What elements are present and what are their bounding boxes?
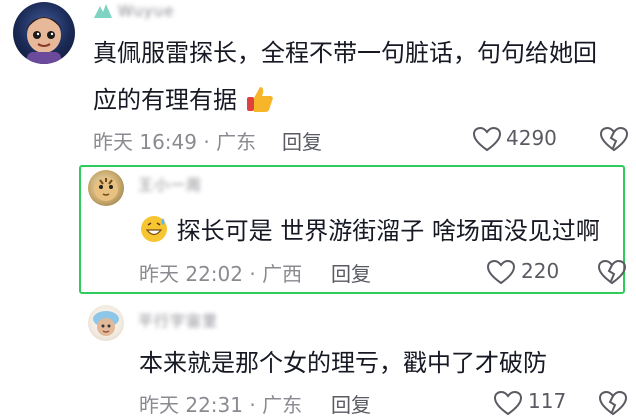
avatar-tiger-icon	[94, 177, 118, 201]
like-heart-icon[interactable]	[493, 390, 523, 416]
comment-text: 探长可是 世界游街溜子 啥场面没见过啊	[139, 211, 600, 251]
reply-button[interactable]: 回复	[331, 389, 371, 418]
like-count: 4290	[506, 126, 557, 150]
comment-username[interactable]: 平行宇宙里	[138, 310, 218, 331]
comment-username[interactable]: Wuyue	[118, 2, 174, 20]
comment-text: 本来就是那个女的理亏，戳中了才破防	[139, 349, 547, 377]
comment-meta: 昨天 16:49 · 广东	[93, 130, 257, 154]
username-badge-icon	[92, 2, 114, 20]
comment-text-body: 探长可是 世界游街溜子 啥场面没见过啊	[176, 217, 600, 245]
avatar-character-icon	[26, 17, 62, 64]
avatar[interactable]	[13, 2, 75, 64]
reply-button[interactable]: 回复	[282, 126, 322, 155]
thumbs-up-emoji-icon	[245, 84, 275, 114]
dislike-heart-icon[interactable]	[599, 126, 629, 152]
comment-meta: 昨天 22:31 · 广东	[139, 393, 303, 417]
comment-text: 真佩服雷探长，全程不带一句脏话，句句给她回	[93, 39, 597, 67]
grinning-sweat-emoji-icon	[139, 214, 169, 244]
avatar[interactable]	[88, 305, 124, 341]
dislike-heart-icon[interactable]	[597, 259, 627, 285]
avatar[interactable]	[88, 170, 124, 206]
avatar-animal-icon	[93, 311, 119, 336]
reply-button[interactable]: 回复	[331, 258, 371, 287]
like-count: 220	[521, 259, 560, 283]
comment-text: 应的有理有据	[93, 80, 275, 120]
dislike-heart-icon[interactable]	[598, 390, 628, 416]
comment-meta: 昨天 22:02 · 广西	[139, 262, 303, 286]
comment-text-line2: 应的有理有据	[93, 86, 237, 114]
like-heart-icon[interactable]	[486, 259, 516, 285]
comment-username[interactable]: 王小一周	[138, 174, 202, 195]
like-count: 117	[528, 389, 567, 413]
like-heart-icon[interactable]	[472, 126, 502, 152]
